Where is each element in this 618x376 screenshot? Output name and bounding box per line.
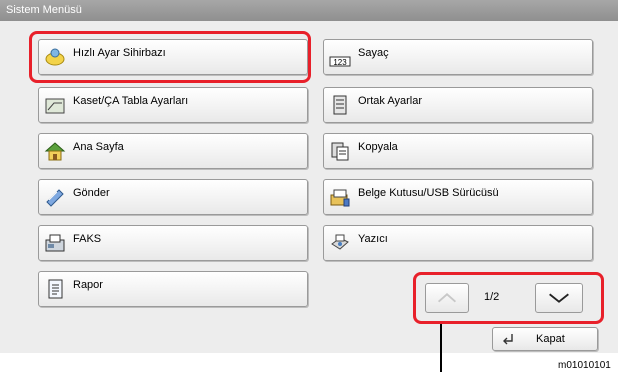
counter-button[interactable]: 123 Sayaç xyxy=(323,39,593,75)
return-arrow-icon xyxy=(503,334,513,345)
send-icon xyxy=(46,189,64,207)
copy-icon xyxy=(331,142,349,161)
figure-caption: m01010101 xyxy=(558,360,611,371)
tray-icon xyxy=(45,98,65,114)
report-icon xyxy=(48,279,63,299)
copy-label: Kopyala xyxy=(358,141,398,153)
window-title: Sistem Menüsü xyxy=(0,0,618,21)
callout-leader-line xyxy=(440,324,442,372)
report-label: Rapor xyxy=(73,279,103,291)
pager-highlight xyxy=(413,272,604,324)
document-box-icon xyxy=(330,189,350,207)
copy-button[interactable]: Kopyala xyxy=(323,133,593,169)
home-label: Ana Sayfa xyxy=(73,141,124,153)
report-button[interactable]: Rapor xyxy=(38,271,308,307)
send-button[interactable]: Gönder xyxy=(38,179,308,215)
counter-icon: 123 xyxy=(329,56,351,67)
home-button[interactable]: Ana Sayfa xyxy=(38,133,308,169)
fax-label: FAKS xyxy=(73,233,102,245)
send-label: Gönder xyxy=(73,187,110,199)
svg-text:123: 123 xyxy=(333,58,347,67)
selection-highlight xyxy=(29,31,311,83)
common-settings-icon xyxy=(333,95,347,115)
close-button[interactable]: Kapat xyxy=(492,327,598,351)
counter-label: Sayaç xyxy=(358,47,389,59)
home-icon xyxy=(44,142,66,161)
document-box-usb-button[interactable]: Belge Kutusu/USB Sürücüsü xyxy=(323,179,593,215)
close-label: Kapat xyxy=(536,333,565,345)
document-box-usb-label: Belge Kutusu/USB Sürücüsü xyxy=(358,187,499,199)
printer-button[interactable]: Yazıcı xyxy=(323,225,593,261)
printer-label: Yazıcı xyxy=(358,233,388,245)
common-settings-label: Ortak Ayarlar xyxy=(358,95,422,107)
printer-icon xyxy=(331,234,349,250)
cassette-mp-tray-settings-button[interactable]: Kaset/ÇA Tabla Ayarları xyxy=(38,87,308,123)
fax-icon xyxy=(45,234,65,252)
common-settings-button[interactable]: Ortak Ayarlar xyxy=(323,87,593,123)
cassette-mp-tray-settings-label: Kaset/ÇA Tabla Ayarları xyxy=(73,95,189,107)
fax-button[interactable]: FAKS xyxy=(38,225,308,261)
